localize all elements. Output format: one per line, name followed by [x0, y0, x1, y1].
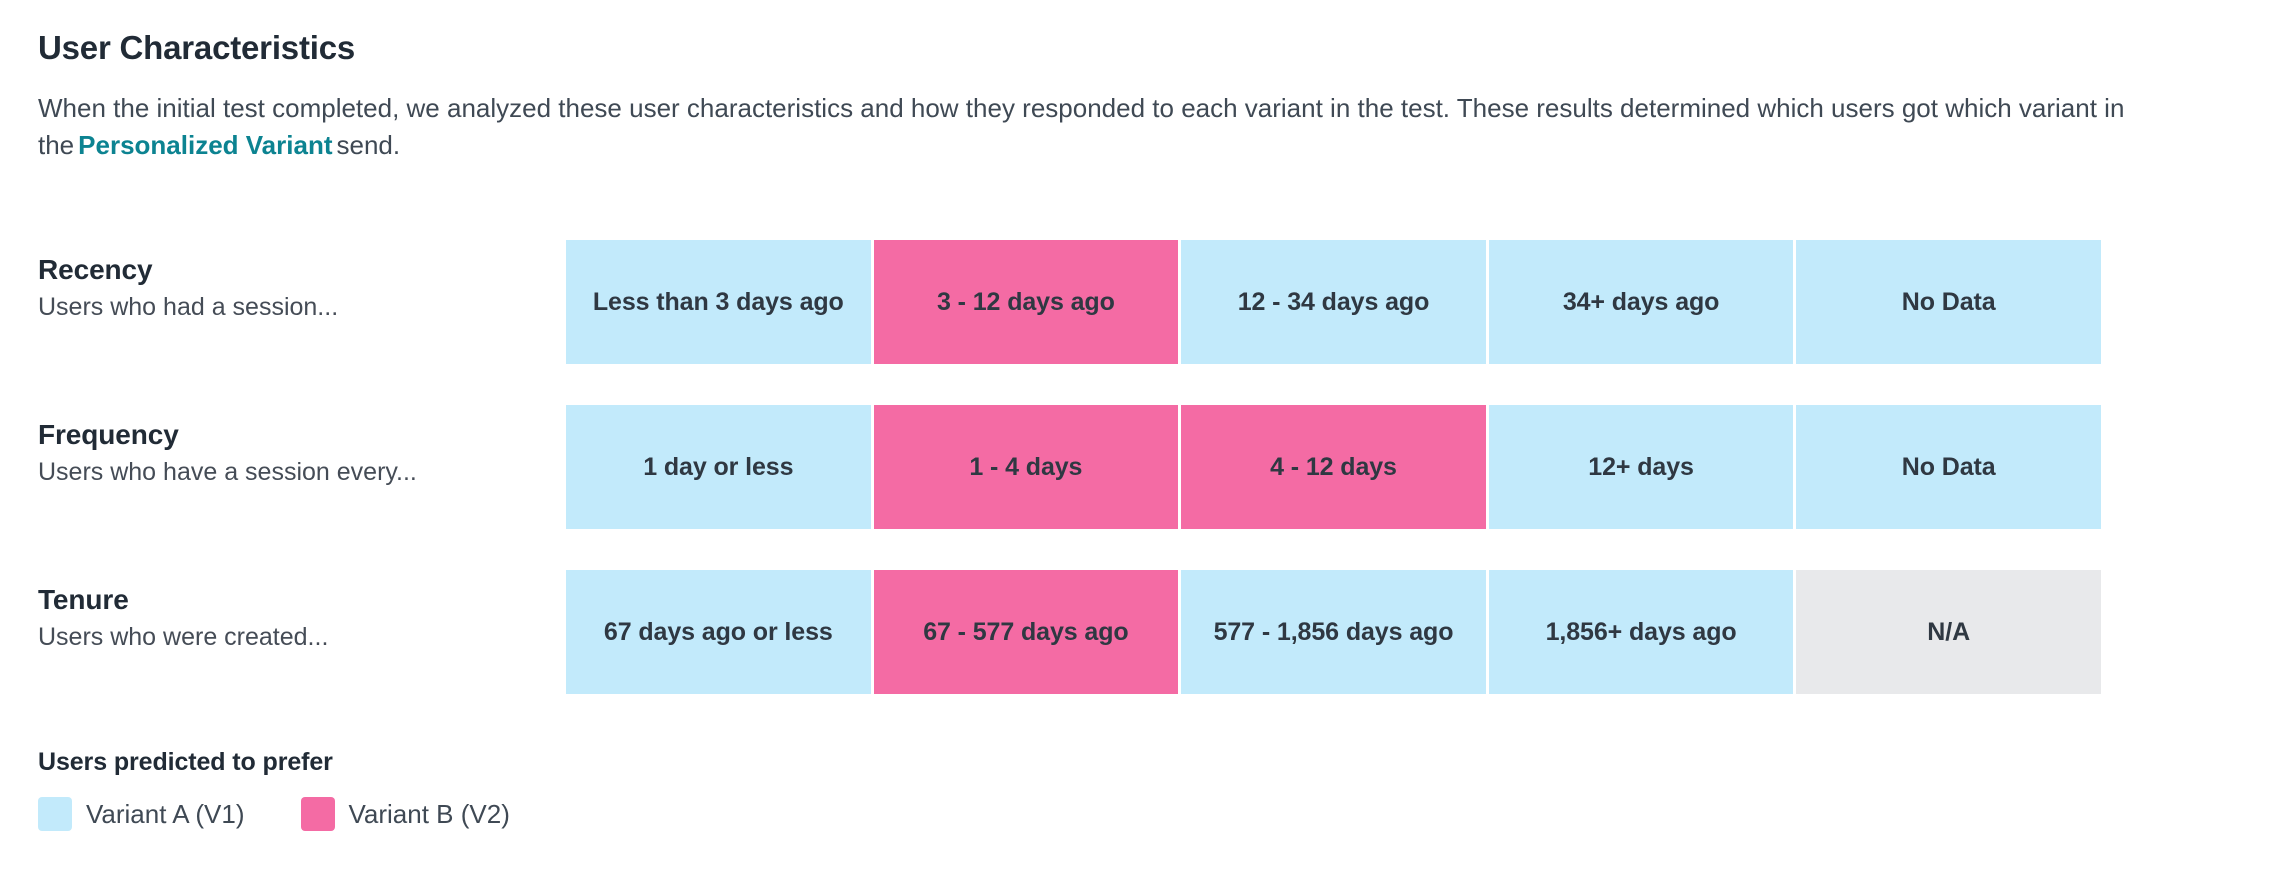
- row-label-subtitle: Users who had a session...: [38, 293, 339, 321]
- matrix-cell[interactable]: 3 - 12 days ago: [873, 240, 1179, 364]
- legend-items: Variant A (V1) Variant B (V2): [38, 797, 510, 831]
- matrix-cell[interactable]: 1,856+ days ago: [1488, 570, 1794, 694]
- row-label-title: Tenure: [38, 584, 129, 615]
- matrix-cell[interactable]: 12 - 34 days ago: [1181, 240, 1486, 364]
- user-characteristics-panel: User Characteristics When the initial te…: [0, 0, 2286, 890]
- matrix-row: Tenure Users who were created... 67 days a…: [38, 570, 2101, 694]
- matrix-row: Frequency Users who have a session every.…: [38, 405, 2101, 529]
- matrix-row-cells: 67 days ago or less 67 - 577 days ago 577 …: [566, 570, 2101, 694]
- legend-swatch-icon: [300, 797, 335, 831]
- matrix-cell[interactable]: 67 days ago or less: [566, 570, 871, 694]
- matrix-cell[interactable]: No Data: [1796, 240, 2101, 364]
- matrix-row-cells: 1 day or less 1 - 4 days 4 - 12 days 12+ da…: [566, 405, 2101, 529]
- legend-item: Variant B (V2): [300, 797, 510, 831]
- legend-item-label: Variant B (V2): [348, 798, 510, 829]
- matrix-cell[interactable]: 67 - 577 days ago: [873, 570, 1179, 694]
- row-label-frequency: Frequency Users who have a session every.…: [38, 405, 566, 489]
- matrix-cell[interactable]: 12+ days: [1488, 405, 1794, 529]
- row-label-title: Recency: [38, 254, 153, 285]
- personalized-variant-link[interactable]: Personalized Variant: [74, 130, 336, 160]
- legend-title: Users predicted to prefer: [38, 748, 333, 776]
- page-title: User Characteristics: [38, 29, 356, 66]
- legend: Users predicted to prefer Variant A (V1)…: [38, 748, 510, 831]
- row-label-recency: Recency Users who had a session...: [38, 240, 566, 324]
- characteristics-matrix: Recency Users who had a session... Less th…: [38, 240, 2101, 694]
- matrix-cell[interactable]: 1 day or less: [566, 405, 871, 529]
- matrix-cell[interactable]: Less than 3 days ago: [566, 240, 871, 364]
- row-label-subtitle: Users who were created...: [38, 623, 329, 651]
- legend-swatch-icon: [38, 797, 72, 831]
- legend-item-label: Variant A (V1): [86, 798, 245, 829]
- matrix-row-cells: Less than 3 days ago 3 - 12 days ago 12 - …: [566, 240, 2101, 364]
- row-label-subtitle: Users who have a session every...: [38, 458, 417, 486]
- matrix-cell[interactable]: No Data: [1796, 405, 2101, 529]
- description-text-after: send.: [336, 129, 401, 160]
- row-label-title: Frequency: [38, 419, 179, 450]
- matrix-cell[interactable]: 1 - 4 days: [873, 405, 1179, 529]
- row-label-tenure: Tenure Users who were created...: [38, 570, 566, 654]
- matrix-row: Recency Users who had a session... Less th…: [38, 240, 2101, 364]
- panel-description: When the initial test completed, we anal…: [38, 90, 2238, 164]
- matrix-cell[interactable]: N/A: [1796, 570, 2101, 694]
- matrix-cell[interactable]: 4 - 12 days: [1181, 405, 1486, 529]
- legend-item: Variant A (V1): [38, 797, 245, 831]
- matrix-cell[interactable]: 577 - 1,856 days ago: [1181, 570, 1486, 694]
- matrix-cell[interactable]: 34+ days ago: [1488, 240, 1794, 364]
